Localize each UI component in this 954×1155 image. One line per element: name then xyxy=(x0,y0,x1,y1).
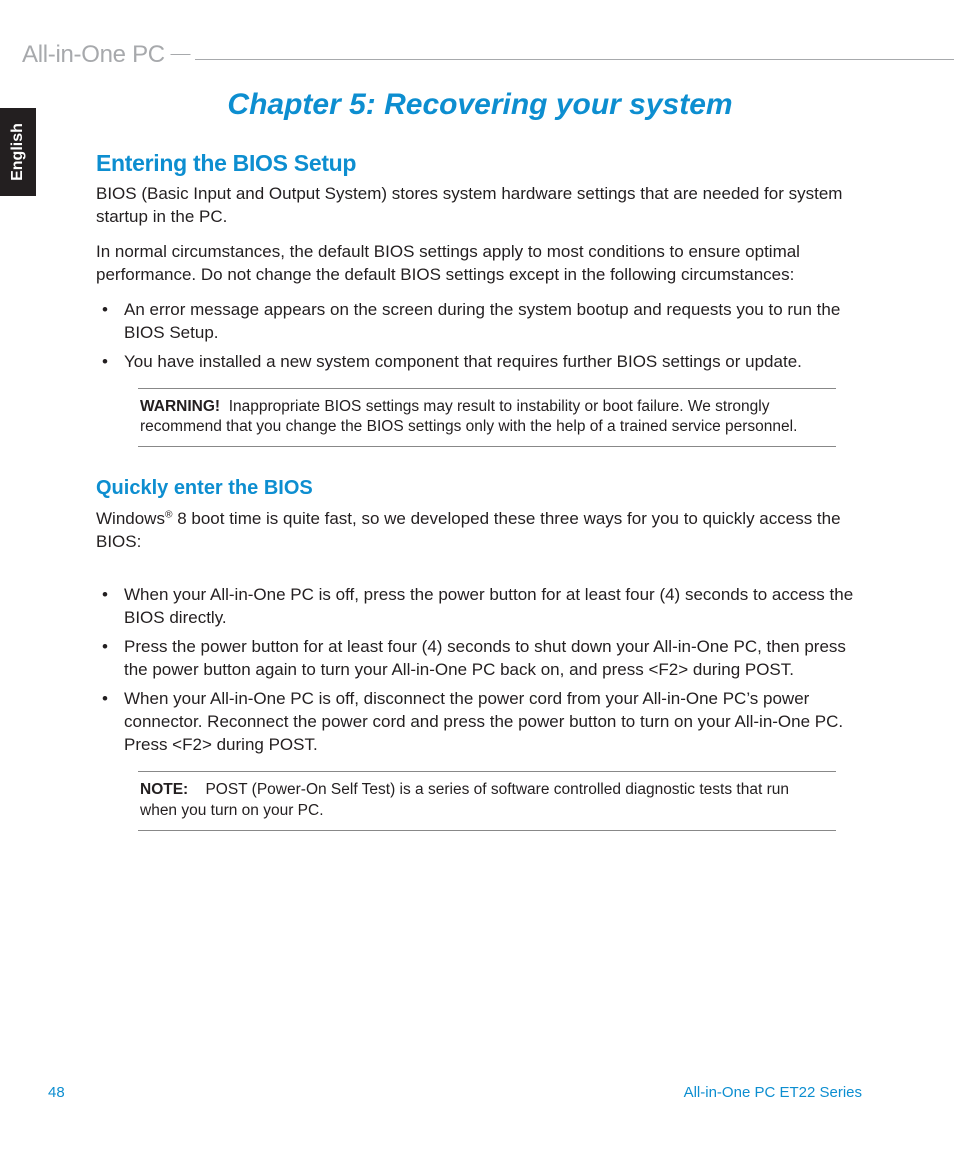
page-content: Chapter 5: Recovering your system Enteri… xyxy=(96,88,864,861)
list-item: You have installed a new system componen… xyxy=(96,351,864,374)
note-box: NOTE: POST (Power-On Self Test) is a ser… xyxy=(138,771,836,831)
warning-label: WARNING! xyxy=(140,398,220,415)
bios-conditions-paragraph: In normal circumstances, the default BIO… xyxy=(96,241,864,287)
footer-series: All-in-One PC ET22 Series xyxy=(684,1084,862,1101)
note-label: NOTE: xyxy=(140,781,188,798)
warning-text: Inappropriate BIOS settings may result t… xyxy=(140,398,797,436)
language-label: English xyxy=(9,123,27,181)
bios-intro-paragraph: BIOS (Basic Input and Output System) sto… xyxy=(96,183,864,229)
section-entering-bios-heading: Entering the BIOS Setup xyxy=(96,150,864,177)
language-tab: English xyxy=(0,108,36,196)
text-rest: 8 boot time is quite fast, so we develop… xyxy=(96,509,841,551)
list-item: When your All-in-One PC is off, disconne… xyxy=(96,688,864,757)
header-divider-diag xyxy=(170,43,202,55)
bios-conditions-list: An error message appears on the screen d… xyxy=(96,299,864,374)
warning-box: WARNING! Inappropriate BIOS settings may… xyxy=(138,388,836,448)
list-item: When your All-in-One PC is off, press th… xyxy=(96,584,864,630)
list-item: Press the power button for at least four… xyxy=(96,636,864,682)
page-header: All-in-One PC xyxy=(0,42,954,72)
page-number: 48 xyxy=(48,1084,65,1101)
header-divider-line xyxy=(195,59,954,60)
note-text: POST (Power-On Self Test) is a series of… xyxy=(140,781,789,819)
chapter-title: Chapter 5: Recovering your system xyxy=(96,88,864,122)
header-label: All-in-One PC xyxy=(22,41,165,73)
text-windows: Windows xyxy=(96,509,165,528)
section-quickly-enter-heading: Quickly enter the BIOS xyxy=(96,477,864,500)
list-item: An error message appears on the screen d… xyxy=(96,299,864,345)
page-footer: 48 All-in-One PC ET22 Series xyxy=(48,1084,862,1101)
quick-bios-list: When your All-in-One PC is off, press th… xyxy=(96,584,864,757)
quick-bios-paragraph: Windows® 8 boot time is quite fast, so w… xyxy=(96,508,864,554)
